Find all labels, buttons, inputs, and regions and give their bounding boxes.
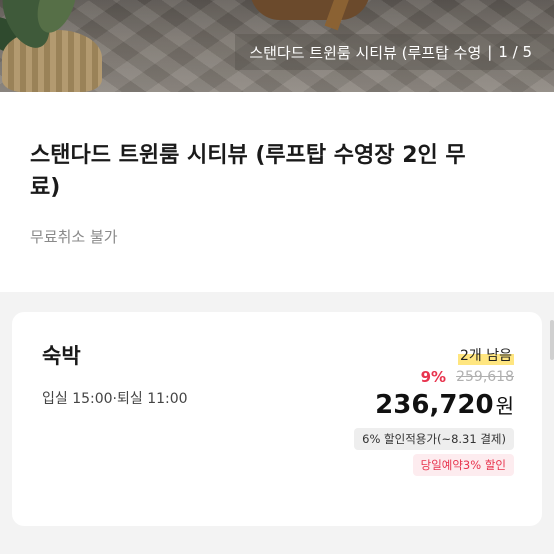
checkin-checkout-time: 입실 15:00·퇴실 11:00 xyxy=(42,391,188,407)
card-discount-tag: 6% 할인적용가(~8.31 결제) xyxy=(354,428,514,450)
photo-page-indicator: 1 / 5 xyxy=(498,43,532,61)
caption-separator: | xyxy=(487,43,493,61)
plant-basket xyxy=(2,30,102,92)
room-photo-carousel[interactable]: 스탠다드 트윈룸 시티뷰 (루프탑 수영 | 1 / 5 xyxy=(0,0,554,92)
rooms-left-badge: 2개 남음 xyxy=(458,345,514,365)
final-price: 236,720 원 xyxy=(375,390,514,420)
same-day-discount-tag: 당일예약3% 할인 xyxy=(412,454,514,476)
photo-caption: 스탠다드 트윈룸 시티뷰 (루프탑 수영 xyxy=(249,43,482,62)
furniture xyxy=(250,0,370,20)
original-price: 259,618 xyxy=(456,369,514,385)
discount-rate: 9% xyxy=(420,368,447,386)
price-currency: 원 xyxy=(495,394,514,418)
scroll-indicator[interactable] xyxy=(550,320,554,360)
discount-row: 9% 259,618 xyxy=(421,368,514,386)
photo-caption-overlay: 스탠다드 트윈룸 시티뷰 (루프탑 수영 | 1 / 5 xyxy=(235,34,554,70)
cancel-policy: 무료취소 불가 xyxy=(30,228,118,246)
room-title: 스탠다드 트윈룸 시티뷰 (루프탑 수영장 2인 무료) xyxy=(30,143,466,200)
offer-type: 숙박 xyxy=(42,344,81,368)
stay-offer-card[interactable]: 숙박 입실 15:00·퇴실 11:00 2개 남음 9% 259,618 23… xyxy=(12,312,542,526)
price-amount: 236,720 xyxy=(375,390,494,420)
